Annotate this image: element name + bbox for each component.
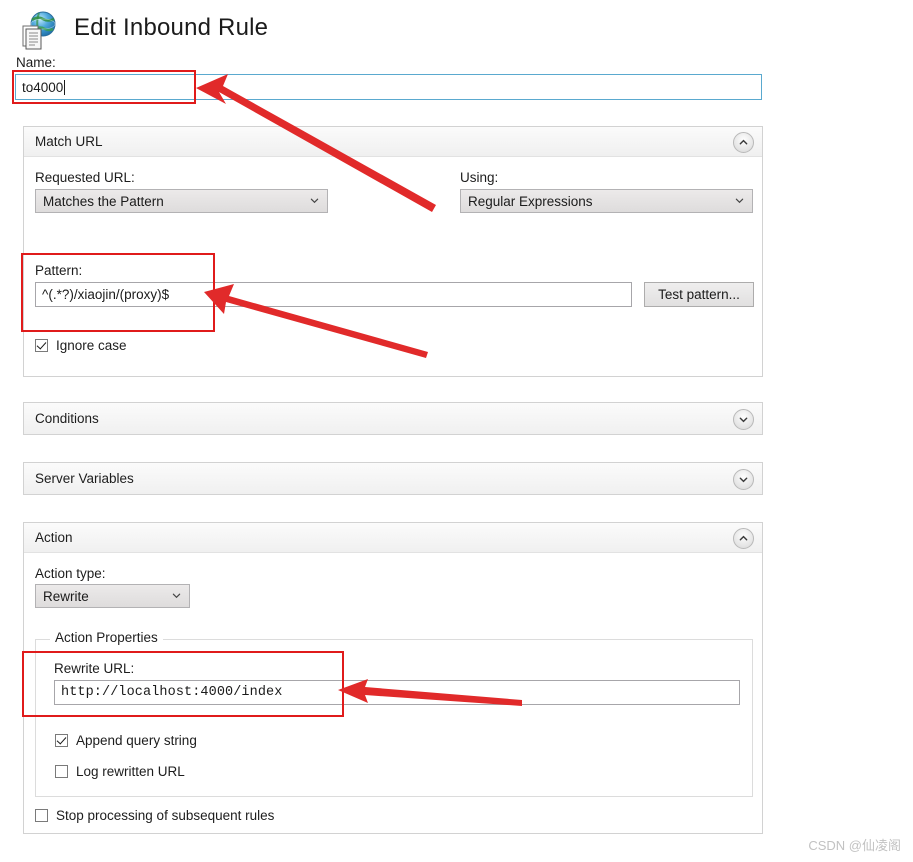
match-url-panel-header[interactable] xyxy=(24,127,762,157)
test-pattern-button[interactable]: Test pattern... xyxy=(644,282,754,307)
rewrite-url-value: http://localhost:4000/index xyxy=(61,685,283,700)
server-variables-expand-icon[interactable] xyxy=(733,469,754,490)
pattern-input[interactable]: ^(.*?)/xiaojin/(proxy)$ xyxy=(35,282,632,307)
pattern-label: Pattern: xyxy=(35,263,83,278)
watermark: CSDN @仙凌阁 xyxy=(808,838,901,853)
log-rewritten-url-checkbox[interactable] xyxy=(55,765,68,778)
text-caret xyxy=(64,79,66,95)
page-title: Edit Inbound Rule xyxy=(74,14,269,41)
log-rewritten-url-label: Log rewritten URL xyxy=(76,764,185,779)
using-label: Using: xyxy=(460,170,499,185)
using-value: Regular Expressions xyxy=(468,193,593,209)
dialog-header: Edit Inbound Rule xyxy=(14,8,774,56)
match-url-panel: Match URL Requested URL: Matches the Pat… xyxy=(23,126,763,377)
action-type-label: Action type: xyxy=(35,566,106,581)
action-title: Action xyxy=(35,530,73,545)
match-url-collapse-icon[interactable] xyxy=(733,132,754,153)
requested-url-label: Requested URL: xyxy=(35,170,135,185)
edit-inbound-rule-dialog: Edit Inbound Rule Name: to4000 Match URL… xyxy=(0,0,913,862)
chevron-down-icon xyxy=(735,198,744,204)
log-rewritten-url-row[interactable]: Log rewritten URL xyxy=(55,764,185,779)
ignore-case-checkbox[interactable] xyxy=(35,339,48,352)
append-query-string-checkbox[interactable] xyxy=(55,734,68,747)
action-properties-group: Action Properties Rewrite URL: http://lo… xyxy=(35,630,753,797)
match-url-title: Match URL xyxy=(35,134,103,149)
append-query-string-row[interactable]: Append query string xyxy=(55,733,197,748)
conditions-title: Conditions xyxy=(35,411,99,426)
action-type-select[interactable]: Rewrite xyxy=(35,584,190,608)
stop-processing-label: Stop processing of subsequent rules xyxy=(56,808,275,823)
action-type-value: Rewrite xyxy=(43,588,89,604)
action-panel: Action Action type: Rewrite Action Prope… xyxy=(23,522,763,834)
requested-url-select[interactable]: Matches the Pattern xyxy=(35,189,328,213)
rewrite-url-input[interactable]: http://localhost:4000/index xyxy=(54,680,740,705)
stop-processing-checkbox[interactable] xyxy=(35,809,48,822)
action-collapse-icon[interactable] xyxy=(733,528,754,549)
server-variables-title: Server Variables xyxy=(35,471,134,486)
chevron-down-icon xyxy=(172,593,181,599)
pattern-value: ^(.*?)/xiaojin/(proxy)$ xyxy=(42,287,170,302)
append-query-string-label: Append query string xyxy=(76,733,197,748)
action-panel-header[interactable] xyxy=(24,523,762,553)
globe-document-icon xyxy=(22,11,56,50)
conditions-panel-header[interactable] xyxy=(24,403,762,434)
server-variables-panel-header[interactable] xyxy=(24,463,762,494)
ignore-case-row[interactable]: Ignore case xyxy=(35,338,127,353)
rewrite-url-label: Rewrite URL: xyxy=(54,661,135,676)
conditions-expand-icon[interactable] xyxy=(733,409,754,430)
name-label: Name: xyxy=(16,55,56,70)
chevron-down-icon xyxy=(310,198,319,204)
conditions-panel[interactable]: Conditions xyxy=(23,402,763,435)
server-variables-panel[interactable]: Server Variables xyxy=(23,462,763,495)
rule-name-input[interactable]: to4000 xyxy=(15,74,762,100)
using-select[interactable]: Regular Expressions xyxy=(460,189,753,213)
ignore-case-label: Ignore case xyxy=(56,338,127,353)
stop-processing-row[interactable]: Stop processing of subsequent rules xyxy=(35,808,274,823)
requested-url-value: Matches the Pattern xyxy=(43,193,164,209)
action-properties-legend: Action Properties xyxy=(50,630,163,645)
rule-name-value: to4000 xyxy=(22,79,64,95)
